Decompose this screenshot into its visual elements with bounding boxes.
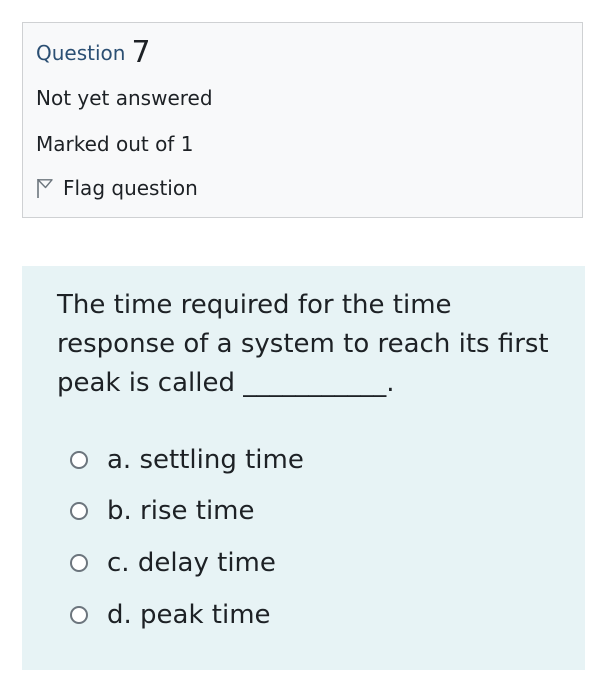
answer-label: a. settling time bbox=[107, 445, 304, 475]
question-grade: Marked out of 1 bbox=[36, 132, 194, 156]
question-heading: Question 7 bbox=[36, 35, 151, 70]
answer-label: d. peak time bbox=[107, 600, 271, 630]
answer-option-b[interactable]: b. rise time bbox=[70, 496, 255, 526]
flag-icon bbox=[36, 177, 54, 199]
question-text-line: The time required for the time bbox=[57, 290, 452, 320]
radio-button[interactable] bbox=[70, 451, 88, 469]
answer-label: c. delay time bbox=[107, 548, 276, 578]
radio-button[interactable] bbox=[70, 502, 88, 520]
question-text-line: response of a system to reach its first bbox=[57, 329, 549, 359]
answer-option-c[interactable]: c. delay time bbox=[70, 548, 276, 578]
radio-button[interactable] bbox=[70, 554, 88, 572]
answer-option-d[interactable]: d. peak time bbox=[70, 600, 271, 630]
question-text-line: peak is called ___________. bbox=[57, 368, 395, 398]
question-info-panel: Question 7 Not yet answered Marked out of… bbox=[22, 22, 583, 218]
question-number: 7 bbox=[131, 35, 151, 70]
question-text: The time required for the time response … bbox=[57, 286, 562, 403]
question-state: Not yet answered bbox=[36, 86, 213, 110]
radio-button[interactable] bbox=[70, 606, 88, 624]
question-label: Question bbox=[36, 41, 126, 65]
answer-option-a[interactable]: a. settling time bbox=[70, 445, 304, 475]
flag-question-label: Flag question bbox=[63, 176, 198, 200]
question-content: The time required for the time response … bbox=[22, 266, 585, 670]
flag-question-toggle[interactable]: Flag question bbox=[36, 176, 198, 200]
answer-label: b. rise time bbox=[107, 496, 255, 526]
